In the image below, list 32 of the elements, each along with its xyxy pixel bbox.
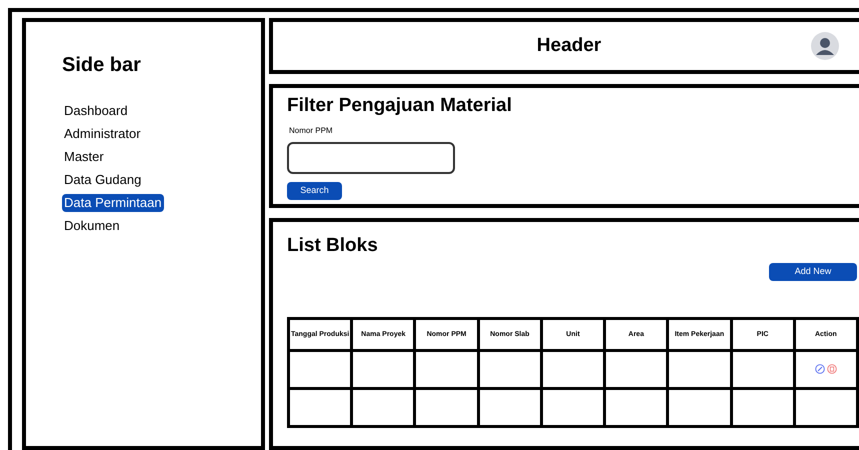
table-cell — [478, 350, 542, 388]
table-cell — [288, 388, 352, 426]
table-cell — [414, 350, 478, 388]
table-cell — [478, 388, 542, 426]
filter-title: Filter Pengajuan Material — [287, 94, 513, 118]
edit-icon[interactable] — [814, 364, 825, 374]
search-button[interactable]: Search — [287, 182, 342, 200]
sidebar-item[interactable]: Data Permintaan — [62, 194, 164, 212]
field-label: Nomor PPM — [289, 124, 334, 136]
delete-icon[interactable] — [826, 364, 837, 374]
table-cell — [352, 350, 415, 388]
table-cell — [414, 388, 478, 426]
table-cell — [541, 388, 605, 426]
table-cell — [731, 388, 794, 426]
sidebar-item[interactable]: Dokumen — [62, 217, 122, 235]
sidebar-item[interactable]: Administrator — [62, 125, 143, 143]
table-cell — [541, 350, 605, 388]
table-cell — [604, 388, 668, 426]
sidebar-item[interactable]: Data Gudang — [62, 171, 144, 189]
sidebar-item[interactable]: Dashboard — [62, 102, 130, 120]
input-field[interactable] — [287, 142, 455, 174]
avatar-icon[interactable] — [811, 32, 839, 60]
sidebar-title: Side bar — [62, 53, 142, 78]
sidebar-item[interactable]: Master — [62, 148, 106, 166]
add-new-button[interactable]: Add New — [769, 262, 857, 280]
table-cell — [668, 350, 732, 388]
list-title: List Bloks — [287, 234, 379, 258]
table-cell — [288, 350, 352, 388]
table-cell — [604, 350, 668, 388]
header-title: Header — [536, 34, 602, 58]
table-cell — [352, 388, 415, 426]
table-cell — [668, 388, 732, 426]
